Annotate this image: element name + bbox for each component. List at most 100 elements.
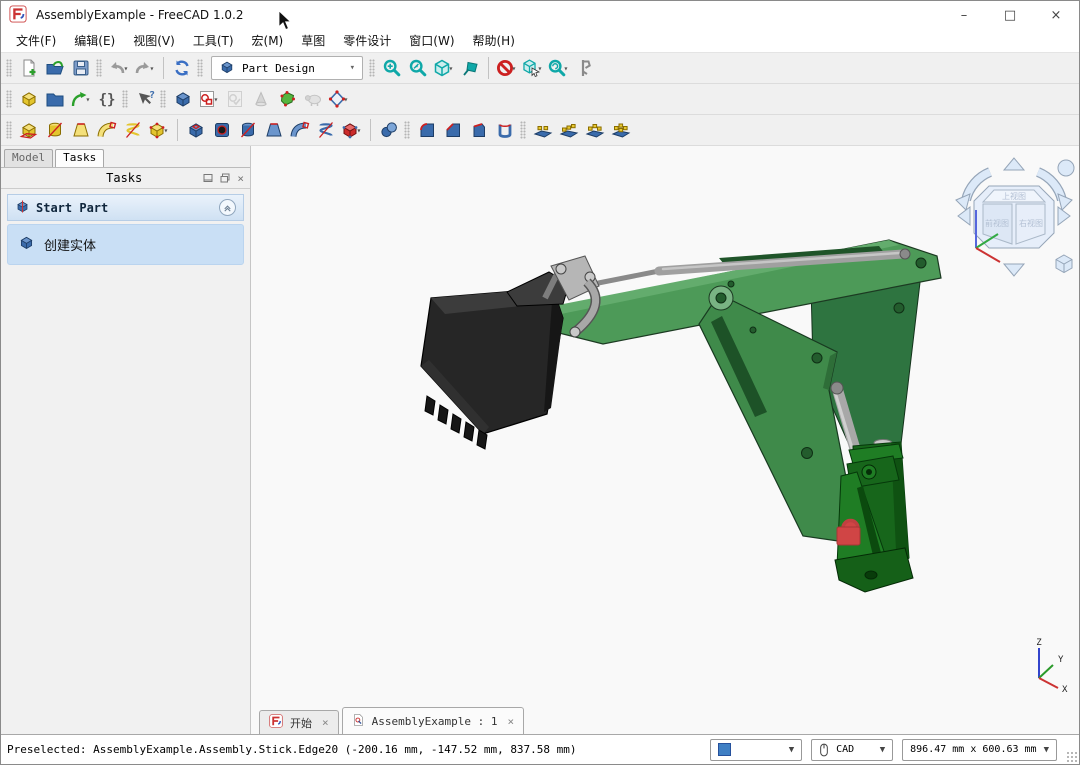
multi-transform-button[interactable]: [608, 117, 634, 143]
fillet-button[interactable]: [414, 117, 440, 143]
create-body-task-item[interactable]: 创建实体: [7, 224, 244, 265]
subtractive-primitive-button[interactable]: ▾: [339, 117, 365, 143]
additive-pipe-button[interactable]: [94, 117, 120, 143]
additive-primitive-button[interactable]: ▾: [146, 117, 172, 143]
dropdown-arrow-icon[interactable]: ▾: [357, 126, 365, 135]
toolbar-grip[interactable]: [520, 121, 526, 139]
3d-viewport[interactable]: 上视图 前视图 右视图: [251, 146, 1079, 734]
menu-file[interactable]: 文件(F): [7, 30, 65, 51]
groove-button[interactable]: [235, 117, 261, 143]
additive-loft-button[interactable]: [68, 117, 94, 143]
dropdown-arrow-icon[interactable]: ▾: [86, 95, 94, 104]
excavator-model[interactable]: [421, 240, 941, 592]
rotate-ccw-arrow-icon[interactable]: [958, 207, 970, 225]
nav-mini-cube-icon[interactable]: [1056, 255, 1072, 273]
dropdown-arrow-icon[interactable]: ▾: [564, 64, 572, 73]
maximize-button[interactable]: □: [987, 1, 1033, 29]
save-document-button[interactable]: [68, 55, 94, 81]
close-button[interactable]: ×: [1033, 1, 1079, 29]
minimize-button[interactable]: –: [941, 1, 987, 29]
create-sketch-button[interactable]: ▾: [196, 86, 222, 112]
dropdown-arrow-icon[interactable]: ▾: [214, 95, 222, 104]
dropdown-arrow-icon[interactable]: ▾: [538, 64, 546, 73]
subtractive-loft-button[interactable]: [261, 117, 287, 143]
new-document-button[interactable]: [16, 55, 42, 81]
toolbar-grip[interactable]: [6, 59, 12, 77]
edit-sketch-button[interactable]: [222, 86, 248, 112]
chamfer-button[interactable]: [440, 117, 466, 143]
box-selection-button[interactable]: ▾: [520, 55, 546, 81]
dropdown-arrow-icon[interactable]: ▾: [124, 64, 132, 73]
hole-button[interactable]: [209, 117, 235, 143]
dropdown-arrow-icon[interactable]: ▾: [512, 64, 520, 73]
toolbar-grip[interactable]: [122, 90, 128, 108]
float-pane-icon[interactable]: [220, 173, 230, 183]
map-sketch-to-face-button[interactable]: [274, 86, 300, 112]
toolbar-grip[interactable]: [96, 59, 102, 77]
sync-view-button[interactable]: [457, 55, 483, 81]
dock-pane-icon[interactable]: [203, 173, 213, 183]
redo-button[interactable]: ▾: [132, 55, 158, 81]
mdi-tab-start[interactable]: 开始×: [259, 710, 339, 734]
menu-edit[interactable]: 编辑(E): [65, 30, 124, 51]
linear-pattern-button[interactable]: [556, 117, 582, 143]
dropdown-arrow-icon[interactable]: ▾: [449, 64, 457, 73]
open-document-button[interactable]: [42, 55, 68, 81]
make-link-button[interactable]: ▾: [68, 86, 94, 112]
tilt-down-arrow-icon[interactable]: [1004, 264, 1024, 276]
dropdown-arrow-icon[interactable]: ▾: [150, 64, 158, 73]
close-pane-icon[interactable]: ×: [237, 172, 244, 185]
toggle-clipping-button[interactable]: ▾: [494, 55, 520, 81]
thickness-button[interactable]: [492, 117, 518, 143]
menu-help[interactable]: 帮助(H): [464, 30, 524, 51]
refresh-document-button[interactable]: [169, 55, 195, 81]
dock-tab-model[interactable]: Model: [4, 149, 53, 167]
mirrored-button[interactable]: [530, 117, 556, 143]
rotate-cw-arrow-icon[interactable]: [1058, 207, 1070, 225]
dropdown-arrow-icon[interactable]: ▾: [344, 95, 352, 104]
create-datum-button[interactable]: ▾: [326, 86, 352, 112]
menu-tools[interactable]: 工具(T): [184, 30, 243, 51]
pad-button[interactable]: [16, 117, 42, 143]
view-isometric-button[interactable]: ▾: [431, 55, 457, 81]
subtractive-helix-button[interactable]: [313, 117, 339, 143]
toolbar-grip[interactable]: [160, 90, 166, 108]
additive-helix-button[interactable]: [120, 117, 146, 143]
navigation-cube[interactable]: 上视图 前视图 右视图: [956, 158, 1074, 276]
close-tab-icon[interactable]: ×: [507, 715, 514, 728]
whats-this-button[interactable]: ?: [132, 86, 158, 112]
polar-pattern-button[interactable]: [582, 117, 608, 143]
expression-editor-button[interactable]: {}: [94, 86, 120, 112]
toolbar-grip[interactable]: [404, 121, 410, 139]
draw-style-button[interactable]: ▾: [546, 55, 572, 81]
create-group-button[interactable]: [42, 86, 68, 112]
undo-button[interactable]: ▾: [106, 55, 132, 81]
menu-view[interactable]: 视图(V): [124, 30, 184, 51]
nav-cube-menu-icon[interactable]: [1058, 160, 1074, 176]
window-resize-grip[interactable]: [1066, 751, 1078, 763]
base-bracket[interactable]: [835, 442, 913, 592]
revolution-button[interactable]: [42, 117, 68, 143]
view-size-indicator[interactable]: 896.47 mm x 600.63 mm ▼: [902, 739, 1057, 761]
validate-sketch-button[interactable]: [300, 86, 326, 112]
draw-style-selector[interactable]: ▼: [710, 739, 802, 761]
toolbar-grip[interactable]: [6, 90, 12, 108]
menu-part-design[interactable]: 零件设计: [334, 30, 400, 51]
pocket-button[interactable]: [183, 117, 209, 143]
menu-macro[interactable]: 宏(M): [243, 30, 293, 51]
start-part-section-header[interactable]: Start Part: [7, 194, 244, 221]
fit-all-button[interactable]: [379, 55, 405, 81]
mdi-tab-document[interactable]: AssemblyExample : 1×: [342, 707, 524, 734]
workbench-selector[interactable]: Part Design▾: [211, 56, 363, 80]
toolbar-grip[interactable]: [6, 121, 12, 139]
dropdown-arrow-icon[interactable]: ▾: [164, 126, 172, 135]
boolean-operation-button[interactable]: [376, 117, 402, 143]
subtractive-pipe-button[interactable]: [287, 117, 313, 143]
close-tab-icon[interactable]: ×: [322, 716, 329, 729]
navigation-style-selector[interactable]: CAD ▼: [811, 739, 893, 761]
menu-sketch[interactable]: 草图: [292, 30, 334, 51]
menu-windows[interactable]: 窗口(W): [400, 30, 463, 51]
create-part-button[interactable]: [16, 86, 42, 112]
create-body-button[interactable]: [170, 86, 196, 112]
draft-button[interactable]: [466, 117, 492, 143]
